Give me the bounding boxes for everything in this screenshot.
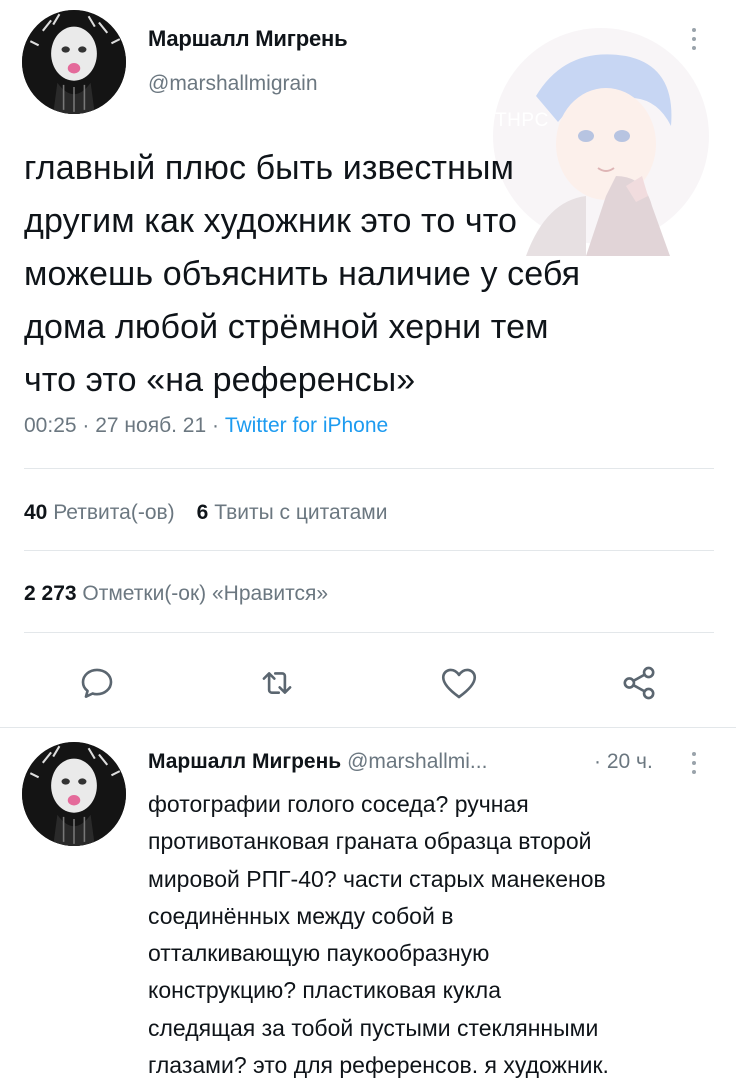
reply-more-options-icon[interactable] [684, 748, 704, 782]
divider [24, 632, 714, 633]
meta-separator: · [76, 414, 96, 437]
reply-author-name[interactable]: Маршалл Мигрень [148, 750, 341, 773]
tweet-text-line: можешь объяснить наличие у себя [24, 255, 581, 293]
reply-text-line: отталкивающую паукообразную [148, 940, 490, 967]
reply-icon [81, 668, 113, 698]
heart-icon [441, 668, 477, 699]
tweet-date[interactable]: 27 нояб. 21 [95, 414, 206, 437]
tweet-text: главный плюс быть известным другим как х… [24, 142, 714, 407]
retweets-stat[interactable]: 40 Ретвита(-ов) [24, 501, 175, 524]
quotes-count: 6 [196, 501, 209, 524]
reply-text-line: следящая за тобой пустыми стеклянными [148, 1014, 599, 1041]
reply-author-handle[interactable]: @marshallmi... [347, 750, 487, 773]
divider [24, 550, 714, 551]
reply-text-line: соединённых между собой в [148, 902, 454, 929]
retweet-icon [262, 672, 292, 694]
reply-time[interactable]: · 20 ч. [594, 750, 653, 774]
tweet-detail-screen: Маршалл Мигрень @marshallmigrain #THPC г… [0, 0, 736, 1080]
reply-text-line: глазами? это для референсов. я художник. [148, 1052, 609, 1079]
reply-text-line: конструкцию? пластиковая кукла [148, 977, 502, 1004]
author-handle[interactable]: @marshallmigrain [148, 72, 318, 96]
share-icon [623, 666, 655, 700]
tweet-text-line: дома любой стрёмной херни тем [24, 308, 549, 346]
likes-label: Отметки(-ок) «Нравится» [82, 582, 329, 605]
reply-text-line: мировой РПГ-40? части старых манекенов [148, 865, 606, 892]
tweet-action-bar [0, 660, 736, 708]
reply-text: фотографии голого соседа? ручная противо… [148, 786, 723, 1080]
quotes-stat[interactable]: 6 Твиты с цитатами [197, 501, 388, 524]
reply-text-line: фотографии голого соседа? ручная [148, 791, 529, 817]
reply-author-avatar[interactable] [22, 742, 126, 846]
author-avatar[interactable] [22, 10, 126, 114]
tweet-text-line: что это «на референсы» [24, 361, 416, 399]
tweet-source-link[interactable]: Twitter for iPhone [225, 414, 388, 437]
share-button[interactable] [618, 662, 660, 704]
tweet-text-line: другим как художник это то что [24, 202, 518, 240]
retweets-count: 40 [24, 501, 48, 524]
author-name[interactable]: Маршалл Мигрень [148, 26, 348, 52]
reply-text-line: противотанковая граната образца второй [148, 828, 592, 855]
tweet-meta: 00:25 · 27 нояб. 21 · Twitter for iPhone [24, 414, 388, 438]
retweets-label: Ретвита(-ов) [53, 501, 175, 524]
tweet-time[interactable]: 00:25 [24, 414, 77, 437]
section-divider [0, 727, 736, 728]
stats-row-retweets: 40 Ретвита(-ов) 6 Твиты с цитатами [24, 501, 409, 525]
avatar-image [22, 742, 126, 846]
tweet-text-line: главный плюс быть известным [24, 149, 514, 187]
retweet-button[interactable] [256, 662, 298, 704]
meta-separator: · [206, 414, 225, 437]
likes-stat[interactable]: 2 273 Отметки(-ок) «Нравится» [24, 582, 328, 605]
watermark-label: #THPC [484, 110, 549, 131]
likes-count: 2 273 [24, 582, 77, 605]
like-button[interactable] [438, 662, 480, 704]
more-options-icon[interactable] [684, 24, 704, 58]
reply-header: Маршалл Мигрень @marshallmi... · 20 ч. [148, 750, 653, 774]
quotes-label: Твиты с цитатами [214, 501, 388, 524]
avatar-image [22, 10, 126, 114]
divider [24, 468, 714, 469]
reply-button[interactable] [76, 662, 118, 704]
stats-row-likes: 2 273 Отметки(-ок) «Нравится» [24, 582, 350, 606]
